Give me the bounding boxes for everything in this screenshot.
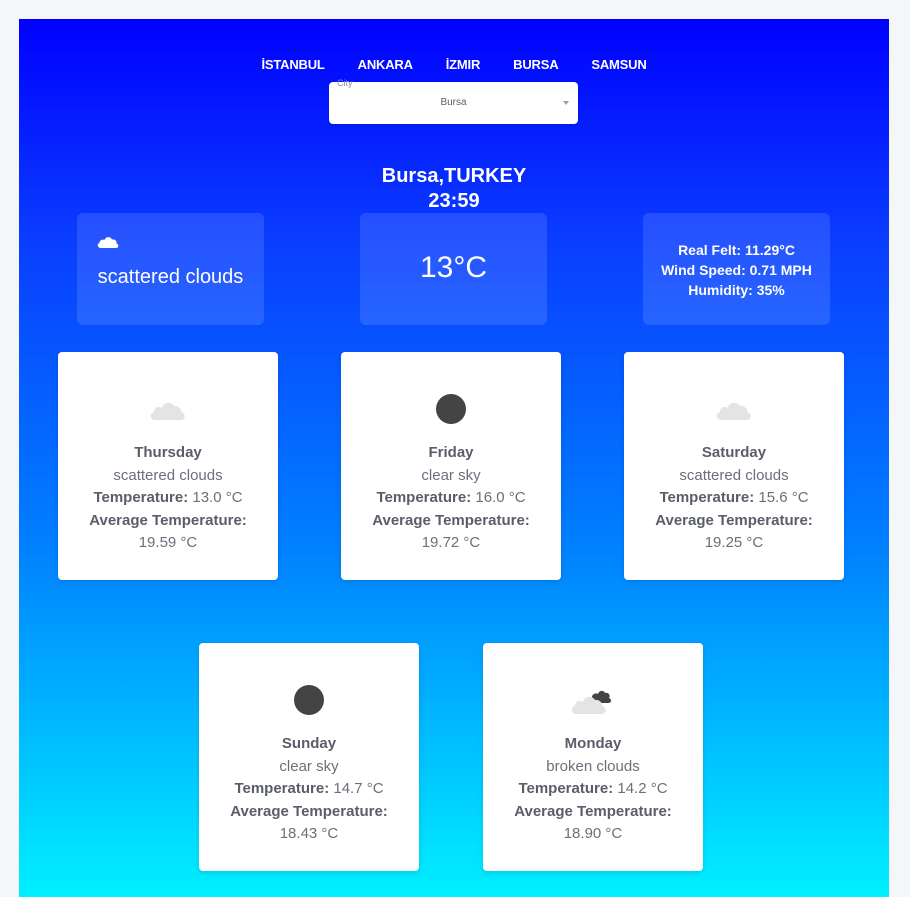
- forecast-temperature: Temperature: 15.6 °C: [624, 487, 844, 510]
- forecast-card: Saturday scattered clouds Temperature: 1…: [624, 352, 844, 580]
- forecast-day: Thursday: [134, 444, 202, 461]
- city-select-label: City: [337, 78, 353, 88]
- average-temperature-value: 18.90 °C: [563, 825, 623, 842]
- chevron-down-icon: [563, 101, 569, 105]
- forecast-description: clear sky: [279, 757, 339, 775]
- city-country: Bursa,TURKEY: [381, 165, 527, 187]
- forecast-description: scattered clouds: [113, 466, 223, 484]
- temperature-value: 16.0 °C: [475, 489, 526, 506]
- temperature-label: Temperature:: [376, 489, 472, 506]
- wind-speed: Wind Speed: 0.71 MPH: [661, 262, 812, 278]
- forecast-description: scattered clouds: [679, 466, 789, 484]
- forecast-day: Sunday: [281, 735, 337, 752]
- forecast-card: Sunday clear sky Temperature: 14.7 °C Av…: [199, 643, 419, 871]
- average-temperature-label: Average Temperature:: [89, 511, 247, 529]
- broken-clouds-icon: [483, 681, 703, 717]
- real-felt: Real Felt: 11.29°C: [678, 242, 795, 258]
- humidity: Humidity: 35%: [688, 282, 785, 298]
- nav-bursa[interactable]: BURSA: [513, 57, 558, 72]
- temperature-value: 14.2 °C: [617, 780, 668, 797]
- forecast-description: clear sky: [421, 466, 481, 484]
- temperature-label: Temperature:: [234, 780, 330, 797]
- average-temperature-value: 19.25 °C: [704, 534, 764, 551]
- forecast-day: Saturday: [701, 444, 767, 461]
- average-temperature-value: 19.72 °C: [421, 534, 481, 551]
- nav-izmir[interactable]: İZMIR: [446, 57, 481, 72]
- average-temperature-label: Average Temperature:: [230, 802, 388, 820]
- forecast-day: Monday: [564, 735, 622, 752]
- scattered-clouds-icon: [58, 390, 278, 426]
- city-select[interactable]: City Bursa: [329, 78, 578, 124]
- forecast-card: Friday clear sky Temperature: 16.0 °C Av…: [341, 352, 561, 580]
- current-details-panel: Real Felt: 11.29°C Wind Speed: 0.71 MPH …: [643, 213, 830, 325]
- clear-sky-icon: [341, 390, 561, 426]
- cloud-icon: [96, 235, 120, 254]
- nav-samsun[interactable]: SAMSUN: [591, 57, 646, 72]
- temperature-value: 14.7 °C: [333, 780, 384, 797]
- forecast-temperature: Temperature: 16.0 °C: [341, 487, 561, 510]
- average-temperature-label: Average Temperature:: [514, 802, 672, 820]
- forecast-card: Thursday scattered clouds Temperature: 1…: [58, 352, 278, 580]
- forecast-card: Monday broken clouds Temperature: 14.2 °…: [483, 643, 703, 871]
- current-temperature-panel: 13°C: [360, 213, 547, 325]
- clear-sky-icon: [199, 681, 419, 717]
- forecast-temperature: Temperature: 13.0 °C: [58, 487, 278, 510]
- nav-ankara[interactable]: ANKARA: [358, 57, 413, 72]
- local-time: 23:59: [428, 190, 480, 212]
- average-temperature-value: 19.59 °C: [138, 534, 198, 551]
- average-temperature-label: Average Temperature:: [372, 511, 530, 529]
- temperature-label: Temperature:: [518, 780, 614, 797]
- forecast-temperature: Temperature: 14.2 °C: [483, 778, 703, 801]
- current-temperature: 13°C: [419, 251, 488, 284]
- city-nav: İSTANBUL ANKARA İZMIR BURSA SAMSUN: [19, 57, 889, 72]
- average-temperature-value: 18.43 °C: [279, 825, 339, 842]
- forecast-day: Friday: [428, 444, 474, 461]
- temperature-label: Temperature:: [659, 489, 755, 506]
- current-condition-panel: scattered clouds: [77, 213, 264, 325]
- forecast-temperature: Temperature: 14.7 °C: [199, 778, 419, 801]
- temperature-value: 15.6 °C: [758, 489, 809, 506]
- average-temperature-label: Average Temperature:: [655, 511, 813, 529]
- city-select-value: Bursa: [440, 97, 467, 108]
- temperature-value: 13.0 °C: [192, 489, 243, 506]
- weather-app: İSTANBUL ANKARA İZMIR BURSA SAMSUN City …: [19, 19, 889, 897]
- temperature-label: Temperature:: [93, 489, 189, 506]
- forecast-description: broken clouds: [546, 757, 640, 775]
- nav-istanbul[interactable]: İSTANBUL: [261, 57, 324, 72]
- current-description: scattered clouds: [97, 266, 244, 288]
- location-header: Bursa,TURKEY 23:59: [19, 164, 889, 214]
- scattered-clouds-icon: [624, 390, 844, 426]
